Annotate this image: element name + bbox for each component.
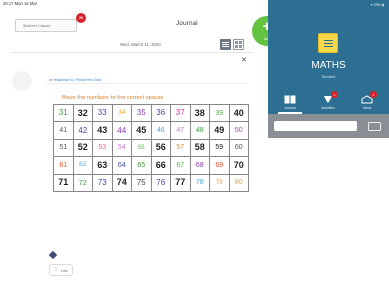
like-button[interactable]: ♡ Like [49, 264, 73, 276]
search-row [268, 114, 389, 138]
grid-cell: 66 [150, 156, 171, 175]
grid-cell: 73 [92, 173, 113, 193]
page-title: Journal [176, 20, 198, 27]
grid-cell: 51 [53, 138, 74, 158]
journal-pane: 20:17 Mon 16 Mar Student ▾ Classes 20 Jo… [0, 0, 268, 296]
grid-cell: 69 [209, 156, 230, 175]
app-window: 20:17 Mon 16 Mar Student ▾ Classes 20 Jo… [0, 0, 389, 296]
student-class-label: Student ▾ Classes [23, 24, 51, 28]
response-context[interactable]: In response to: Finish the Grid [46, 75, 248, 84]
class-sidebar: ▾ 39% ▮ MATHS Student Journal 2 Activiti [268, 0, 389, 296]
journal-icon [284, 95, 296, 104]
avatar [12, 71, 32, 91]
grid-cell: 47 [170, 121, 191, 140]
grid-cell: 65 [131, 156, 152, 175]
worksheet-instruction: Move the numbers to the correct spaces [62, 95, 164, 101]
class-header: ▾ 39% ▮ MATHS Student Journal 2 Activiti [268, 0, 389, 114]
number-grid: 31 32 33 34 35 36 37 38 39 40 41 42 43 44 45 46 47 48 49 50… [53, 103, 249, 193]
heart-icon: ♡ [53, 267, 59, 273]
grid-cell: 50 [228, 121, 249, 140]
grid-cell: 38 [189, 103, 210, 123]
grid-cell: 54 [111, 138, 132, 158]
list-view-icon[interactable] [220, 39, 231, 50]
grid-cell: 72 [72, 173, 93, 193]
tab-activities-label: Activities [321, 106, 335, 110]
status-bar-time: 20:17 Mon 16 Mar [3, 1, 37, 6]
grid-cell: 33 [92, 103, 113, 123]
grid-cell: 80 [228, 173, 249, 193]
grid-cell: 62 [72, 156, 93, 175]
grid-cell: 75 [131, 173, 152, 193]
grid-cell: 63 [92, 156, 113, 175]
grid-cell: 74 [111, 173, 132, 193]
tab-journal[interactable]: Journal [274, 90, 306, 114]
close-icon[interactable]: ✕ [241, 57, 247, 64]
grid-cell: 60 [228, 138, 249, 158]
student-class-selector[interactable]: Student ▾ Classes [15, 19, 77, 32]
grid-cell: 57 [170, 138, 191, 158]
gallery-icon[interactable] [48, 250, 58, 260]
grid-cell: 70 [228, 156, 249, 175]
grid-cell: 59 [209, 138, 230, 158]
inbox-badge: 2 [370, 91, 377, 98]
grid-cell: 53 [92, 138, 113, 158]
grid-cell: 61 [53, 156, 74, 175]
tab-journal-label: Journal [284, 106, 296, 110]
grid-cell: 71 [53, 173, 74, 193]
grid-cell: 46 [150, 121, 171, 140]
search-input[interactable] [274, 121, 357, 131]
grid-view-icon[interactable] [233, 39, 244, 50]
class-title: MATHS [311, 60, 346, 71]
grid-cell: 58 [189, 138, 210, 158]
tab-inbox-label: Inbox [362, 106, 372, 110]
grid-cell: 34 [111, 103, 132, 123]
grid-cell: 67 [170, 156, 191, 175]
entry-date-bar: Wed, March 11, 2020 [10, 37, 254, 53]
status-bar-battery: ▾ 39% ▮ [371, 3, 384, 7]
notification-badge[interactable]: 20 [76, 13, 86, 23]
grid-cell: 56 [150, 138, 171, 158]
grid-cell: 77 [170, 173, 191, 193]
folder-icon[interactable] [368, 122, 381, 131]
response-link[interactable]: In response to: Finish the Grid [49, 77, 101, 82]
grid-row: 51 52 53 54 55 56 57 58 59 60 [53, 138, 249, 158]
class-subtitle: Student [321, 74, 336, 79]
activities-badge: 2 [331, 91, 338, 98]
grid-cell: 42 [72, 121, 93, 140]
grid-cell: 76 [150, 173, 171, 193]
tab-activities[interactable]: 2 Activities [312, 90, 344, 114]
grid-cell: 45 [131, 121, 152, 140]
grid-row: 31 32 33 34 35 36 37 38 39 40 [53, 103, 249, 123]
grid-cell: 39 [209, 103, 230, 123]
class-icon [318, 33, 338, 53]
grid-row: 41 42 43 44 45 46 47 48 49 50 [53, 121, 249, 140]
grid-cell: 43 [92, 121, 113, 140]
grid-cell: 48 [189, 121, 210, 140]
grid-cell: 52 [72, 138, 93, 158]
grid-cell: 49 [209, 121, 230, 140]
grid-cell: 36 [150, 103, 171, 123]
grid-cell: 64 [111, 156, 132, 175]
grid-row: 61 62 63 64 65 66 67 68 69 70 [53, 156, 249, 175]
grid-cell: 37 [170, 103, 191, 123]
grid-cell: 44 [111, 121, 132, 140]
grid-cell: 31 [53, 103, 74, 123]
tab-inbox[interactable]: 2 Inbox [351, 90, 383, 114]
grid-cell: 55 [131, 138, 152, 158]
grid-cell: 68 [189, 156, 210, 175]
like-label: Like [61, 269, 68, 273]
worksheet-image: Move the numbers to the correct spaces 3… [47, 95, 251, 193]
grid-cell: 35 [131, 103, 152, 123]
grid-cell: 78 [189, 173, 210, 193]
grid-cell: 40 [228, 103, 249, 123]
grid-row: 71 72 73 74 75 76 77 78 79 80 [53, 173, 249, 193]
grid-cell: 41 [53, 121, 74, 140]
grid-cell: 79 [209, 173, 230, 193]
entry-date: Wed, March 11, 2020 [120, 42, 161, 47]
grid-cell: 32 [72, 103, 93, 123]
